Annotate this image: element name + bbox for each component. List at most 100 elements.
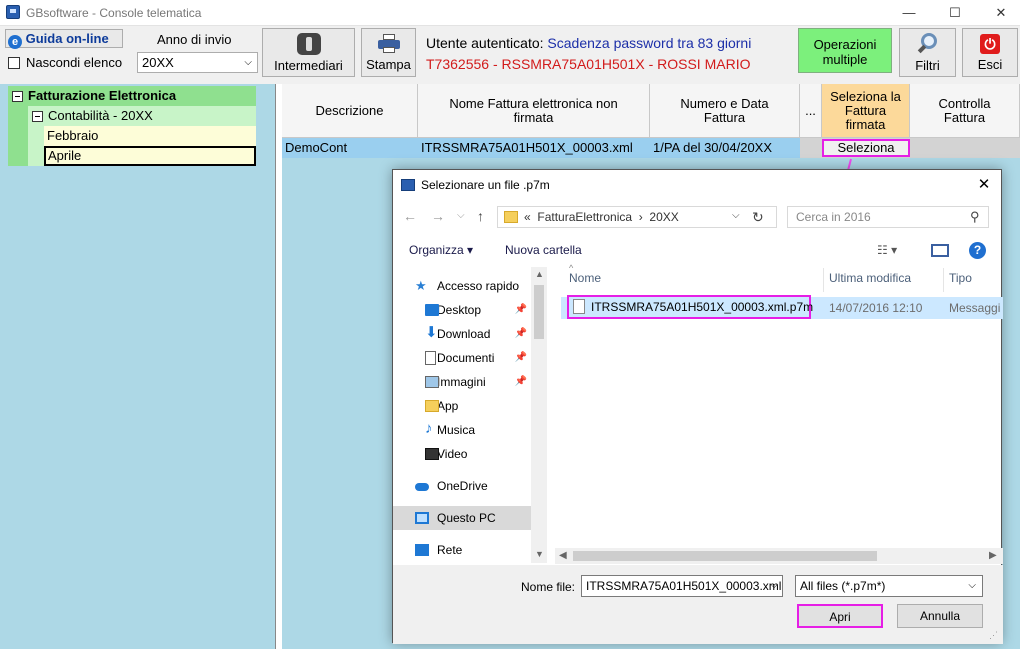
dialog-close-button[interactable]: ✕: [971, 174, 997, 196]
sidebar-item-accesso-rapido[interactable]: ★ Accesso rapido: [393, 274, 531, 298]
search-box[interactable]: Cerca in 2016 ⚲: [787, 206, 989, 228]
minimize-button[interactable]: —: [886, 0, 932, 26]
close-window-button[interactable]: ✕: [978, 0, 1020, 26]
printer-icon: [377, 34, 400, 54]
esci-button[interactable]: ⏻ Esci: [962, 28, 1018, 77]
phone-icon: [296, 33, 321, 55]
sidebar-item-questo-pc[interactable]: Questo PC: [393, 506, 531, 530]
help-icon[interactable]: ?: [969, 242, 986, 259]
back-arrow-icon[interactable]: ←: [403, 208, 417, 224]
resize-grip-icon[interactable]: ⋰: [989, 630, 998, 641]
file-name: ITRSSMRA75A01H501X_00003.xml.p7m: [591, 300, 814, 314]
breadcrumb-overflow[interactable]: «: [524, 210, 531, 224]
col-numero-data[interactable]: Numero e Data Fattura: [650, 84, 800, 138]
filename-input[interactable]: ITRSSMRA75A01H501X_00003.xml ⌵: [581, 575, 783, 597]
address-bar[interactable]: « FatturaElettronica › 20XX ⌵ ↻: [497, 206, 777, 228]
col-header-tipo[interactable]: Tipo: [949, 271, 972, 285]
intermediari-label: Intermediari: [274, 58, 343, 73]
tree-node-febbraio[interactable]: Febbraio: [44, 126, 256, 146]
toolbar: e Guida on-line Anno di invio Nascondi e…: [0, 26, 1020, 84]
col-seleziona[interactable]: Seleziona la Fattura firmata: [822, 84, 910, 138]
tree-node-fatturazione[interactable]: Fatturazione Elettronica: [8, 86, 256, 106]
preview-pane-icon[interactable]: [931, 244, 949, 257]
filename-label: Nome file:: [521, 580, 576, 594]
user-auth-info: Utente autenticato: Scadenza password tr…: [426, 35, 751, 51]
cancel-button[interactable]: Annulla: [897, 604, 983, 628]
row-nome: ITRSSMRA75A01H501X_00003.xml: [421, 140, 633, 155]
search-icon: ⚲: [970, 209, 980, 224]
file-date: 14/07/2016 12:10: [829, 301, 923, 315]
breadcrumb-20xx[interactable]: 20XX: [649, 210, 678, 224]
tree-node-aprile[interactable]: Aprile: [44, 146, 256, 166]
nuova-cartella-button[interactable]: Nuova cartella: [505, 243, 582, 257]
tree-node-contabilita[interactable]: Contabilità - 20XX: [28, 106, 256, 126]
chevron-down-icon[interactable]: ⌵: [770, 576, 778, 596]
sidebar-item-video[interactable]: Video: [393, 442, 531, 466]
stampa-button[interactable]: Stampa: [361, 28, 416, 77]
sidebar-item-onedrive[interactable]: OneDrive: [393, 474, 531, 498]
row-descrizione: DemoCont: [285, 140, 348, 155]
sidebar-item-desktop[interactable]: Desktop 📌: [393, 298, 531, 322]
col-header-ultima-modifica[interactable]: Ultima modifica: [829, 271, 911, 285]
col-dots[interactable]: ...: [800, 84, 822, 138]
left-tree-pane: Fatturazione Elettronica Contabilità - 2…: [0, 84, 276, 649]
documents-icon: [425, 351, 436, 365]
dialog-title: Selezionare un file .p7m: [421, 178, 550, 192]
col-header-nome[interactable]: Nome: [569, 271, 601, 285]
download-icon: ⬇: [425, 324, 438, 341]
forward-arrow-icon[interactable]: →: [431, 208, 445, 224]
filtri-button[interactable]: Filtri: [899, 28, 956, 77]
hide-list-checkbox[interactable]: [8, 57, 20, 69]
file-row-name-cell[interactable]: ITRSSMRA75A01H501X_00003.xml.p7m: [567, 295, 814, 319]
address-chevron-icon[interactable]: ⌵: [732, 210, 740, 221]
computer-icon: [415, 512, 429, 524]
refresh-icon[interactable]: ↻: [752, 209, 764, 226]
scroll-up-icon: ▲: [535, 269, 544, 279]
view-options-icon[interactable]: ☷ ▾: [877, 243, 897, 257]
year-select[interactable]: 20XX ⌵: [137, 52, 258, 73]
cloud-icon: [415, 483, 429, 491]
history-chevron-icon[interactable]: ⌵: [457, 210, 465, 221]
app-icon: [6, 5, 20, 19]
pin-icon: 📌: [514, 352, 527, 363]
col-controlla[interactable]: Controlla Fattura: [910, 84, 1020, 138]
search-input[interactable]: Cerca in 2016: [796, 210, 871, 224]
pictures-icon: [425, 376, 439, 388]
filelist-h-scrollbar[interactable]: ◀ ▶: [555, 548, 1003, 564]
collapse-icon[interactable]: [32, 111, 43, 123]
breadcrumb-fatturaelettronica[interactable]: FatturaElettronica: [537, 210, 632, 224]
magnifier-icon: [917, 33, 939, 55]
sidebar-item-app[interactable]: App: [393, 394, 531, 418]
file-type: Messaggi: [949, 301, 1001, 315]
operazioni-multiple-button[interactable]: Operazioni multiple: [798, 28, 892, 73]
maximize-button[interactable]: ☐: [932, 0, 978, 26]
folder-icon: [425, 400, 439, 412]
sidebar-item-rete[interactable]: Rete: [393, 538, 531, 562]
organizza-button[interactable]: Organizza ▾: [409, 243, 473, 257]
collapse-icon[interactable]: [12, 91, 23, 103]
up-arrow-icon[interactable]: ↑: [477, 208, 484, 224]
chevron-down-icon[interactable]: ⌵: [968, 576, 976, 596]
help-online-label: Guida on-line: [25, 31, 109, 46]
filetype-select[interactable]: All files (*.p7m*) ⌵: [795, 575, 983, 597]
sidebar-item-immagini[interactable]: Immagini 📌: [393, 370, 531, 394]
seleziona-button[interactable]: Seleziona: [822, 139, 910, 157]
sidebar-item-download[interactable]: ⬇ Download 📌: [393, 322, 531, 346]
open-button[interactable]: Apri: [797, 604, 883, 628]
intermediari-button[interactable]: Intermediari: [262, 28, 355, 77]
col-descrizione[interactable]: Descrizione: [282, 84, 418, 138]
col-nome-fattura[interactable]: Nome Fattura elettronica non firmata: [418, 84, 650, 138]
video-icon: [425, 448, 439, 460]
sidebar-scroll-thumb[interactable]: [534, 285, 544, 339]
sidebar-scrollbar[interactable]: ▲ ▼: [531, 267, 547, 563]
pin-icon: 📌: [514, 304, 527, 315]
file-icon: [573, 299, 585, 314]
filelist-scroll-thumb[interactable]: [573, 551, 877, 561]
help-online-button[interactable]: e Guida on-line: [5, 29, 123, 49]
hide-list-label: Nascondi elenco: [26, 55, 123, 70]
sidebar-item-documenti[interactable]: Documenti 📌: [393, 346, 531, 370]
operazioni-line1: Operazioni: [813, 37, 877, 52]
scroll-right-icon: ▶: [989, 550, 997, 561]
sidebar-item-musica[interactable]: ♪ Musica: [393, 418, 531, 442]
pin-icon: 📌: [514, 328, 527, 339]
